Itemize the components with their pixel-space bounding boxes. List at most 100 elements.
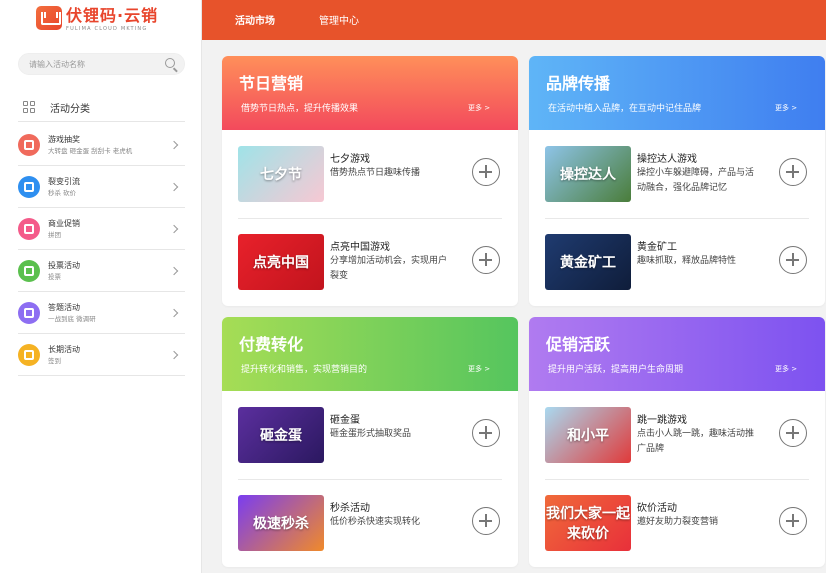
category-card: 付费转化 提升转化和销售，实现营销目的 更多 > 砸金蛋 砸金蛋 砸金蛋形式抽取… xyxy=(222,317,518,567)
search-box xyxy=(18,53,185,75)
category-card: 品牌传播 在活动中植入品牌，在互动中记住品牌 更多 > 操控达人 操控达人游戏 … xyxy=(529,56,825,306)
sidebar-item-desc: 一战到底 微调研 xyxy=(48,314,96,323)
logo-icon xyxy=(36,6,62,30)
game-name: 七夕游戏 xyxy=(330,154,370,165)
chevron-right-icon xyxy=(169,140,179,149)
sidebar-item-title: 投票活动 xyxy=(48,260,80,270)
game-thumbnail[interactable]: 七夕节 xyxy=(238,146,324,202)
more-link[interactable]: 更多 > xyxy=(775,364,797,374)
sidebar-item[interactable]: 商业促销 拼团 xyxy=(18,208,185,250)
game-thumbnail[interactable]: 和小平 xyxy=(545,407,631,463)
game-thumbnail[interactable]: 点亮中国 xyxy=(238,234,324,290)
card-header: 促销活跃 提升用户活跃，提高用户生命周期 更多 > xyxy=(529,317,825,391)
category-icon xyxy=(18,133,40,156)
sidebar-item-title: 裂变引流 xyxy=(48,176,80,186)
card-title: 促销活跃 xyxy=(546,335,611,354)
more-link[interactable]: 更多 > xyxy=(775,103,797,113)
sidebar-item[interactable]: 游戏抽奖 大转盘 砸金蛋 刮刮卡 老虎机 xyxy=(18,124,185,166)
game-row[interactable]: 七夕节 七夕游戏 借势热点节日趣味传播 xyxy=(222,130,518,218)
grid-icon xyxy=(23,101,36,114)
sidebar-item[interactable]: 裂变引流 秒杀 砍价 xyxy=(18,166,185,208)
add-icon[interactable] xyxy=(472,507,500,535)
sidebar-item[interactable]: 长期活动 签到 xyxy=(18,334,185,376)
tab-activity-market[interactable]: 活动市场 xyxy=(235,12,275,27)
top-nav-bar: 活动市场 管理中心 xyxy=(202,0,826,40)
game-thumbnail[interactable]: 我们大家一起来砍价 xyxy=(545,495,631,551)
chevron-right-icon xyxy=(169,182,179,191)
more-link[interactable]: 更多 > xyxy=(468,364,490,374)
game-thumbnail[interactable]: 砸金蛋 xyxy=(238,407,324,463)
game-desc: 点击小人跳一跳，趣味活动推广品牌 xyxy=(637,429,755,454)
search-input[interactable] xyxy=(29,57,159,72)
game-row[interactable]: 砸金蛋 砸金蛋 砸金蛋形式抽取奖品 xyxy=(222,391,518,479)
card-desc: 提升转化和销售，实现营销目的 xyxy=(241,365,368,375)
thumbnail-caption: 操控达人 xyxy=(560,167,616,183)
category-icon xyxy=(18,217,40,240)
card-desc: 在活动中植入品牌，在互动中记住品牌 xyxy=(548,104,702,114)
game-row[interactable]: 黄金矿工 黄金矿工 趣味抓取，释放品牌特性 xyxy=(529,218,825,306)
game-thumbnail[interactable]: 操控达人 xyxy=(545,146,631,202)
game-desc: 砸金蛋形式抽取奖品 xyxy=(330,429,412,439)
game-desc: 趣味抓取，释放品牌特性 xyxy=(637,256,737,266)
add-icon[interactable] xyxy=(779,419,807,447)
sidebar-item[interactable]: 投票活动 投票 xyxy=(18,250,185,292)
add-icon[interactable] xyxy=(779,158,807,186)
category-heading: 活动分类 xyxy=(18,94,185,122)
game-row[interactable]: 点亮中国 点亮中国游戏 分享增加活动机会，实现用户裂变 xyxy=(222,218,518,306)
chevron-right-icon xyxy=(169,350,179,359)
brand-subtitle: FULIMA CLOUD MKTING xyxy=(66,26,148,32)
sidebar-item-title: 游戏抽奖 xyxy=(48,134,80,144)
sidebar-item[interactable]: 答题活动 一战到底 微调研 xyxy=(18,292,185,334)
category-icon xyxy=(18,175,40,198)
category-icon xyxy=(18,259,40,282)
card-header: 品牌传播 在活动中植入品牌，在互动中记住品牌 更多 > xyxy=(529,56,825,130)
category-icon xyxy=(18,343,40,366)
card-desc: 借势节日热点，提升传播效果 xyxy=(241,104,359,114)
game-row[interactable]: 操控达人 操控达人游戏 操控小车躲避障碍，产品与活动融合，强化品牌记忆 xyxy=(529,130,825,218)
thumbnail-caption: 黄金矿工 xyxy=(560,255,616,271)
game-thumbnail[interactable]: 黄金矿工 xyxy=(545,234,631,290)
category-card: 促销活跃 提升用户活跃，提高用户生命周期 更多 > 和小平 跳一跳游戏 点击小人… xyxy=(529,317,825,567)
sidebar: 伏锂码·云销 FULIMA CLOUD MKTING 活动分类 游戏抽奖 大转盘… xyxy=(0,0,202,573)
game-desc: 操控小车躲避障碍，产品与活动融合，强化品牌记忆 xyxy=(637,168,755,193)
search-icon[interactable] xyxy=(165,58,175,68)
more-link[interactable]: 更多 > xyxy=(468,103,490,113)
add-icon[interactable] xyxy=(472,246,500,274)
add-icon[interactable] xyxy=(472,419,500,447)
add-icon[interactable] xyxy=(472,158,500,186)
category-icon xyxy=(18,301,40,324)
card-header: 付费转化 提升转化和销售，实现营销目的 更多 > xyxy=(222,317,518,391)
add-icon[interactable] xyxy=(779,246,807,274)
card-title: 付费转化 xyxy=(239,335,304,354)
sidebar-item-title: 商业促销 xyxy=(48,218,80,228)
tab-management-center[interactable]: 管理中心 xyxy=(319,12,359,27)
card-title: 品牌传播 xyxy=(546,74,611,93)
game-name: 点亮中国游戏 xyxy=(330,242,390,253)
thumbnail-caption: 砸金蛋 xyxy=(260,428,302,444)
thumbnail-caption: 点亮中国 xyxy=(253,255,309,271)
game-row[interactable]: 我们大家一起来砍价 砍价活动 邀好友助力裂变营销 xyxy=(529,479,825,567)
category-heading-label: 活动分类 xyxy=(50,104,90,115)
brand-title: 伏锂码·云销 xyxy=(66,6,159,25)
sidebar-item-desc: 签到 xyxy=(48,356,61,365)
game-thumbnail[interactable]: 极速秒杀 xyxy=(238,495,324,551)
game-row[interactable]: 极速秒杀 秒杀活动 低价秒杀快速实现转化 xyxy=(222,479,518,567)
thumbnail-caption: 七夕节 xyxy=(260,167,302,183)
game-name: 跳一跳游戏 xyxy=(637,415,687,426)
sidebar-item-desc: 秒杀 砍价 xyxy=(48,188,77,197)
game-desc: 低价秒杀快速实现转化 xyxy=(330,517,421,527)
chevron-right-icon xyxy=(169,224,179,233)
game-name: 砍价活动 xyxy=(637,503,677,514)
thumbnail-caption: 极速秒杀 xyxy=(253,516,309,532)
sidebar-item-title: 答题活动 xyxy=(48,302,80,312)
brand-logo[interactable]: 伏锂码·云销 FULIMA CLOUD MKTING xyxy=(36,6,158,34)
sidebar-item-title: 长期活动 xyxy=(48,344,80,354)
game-row[interactable]: 和小平 跳一跳游戏 点击小人跳一跳，趣味活动推广品牌 xyxy=(529,391,825,479)
game-desc: 借势热点节日趣味传播 xyxy=(330,168,421,178)
thumbnail-caption: 我们大家一起来砍价 xyxy=(546,506,630,542)
thumbnail-caption: 和小平 xyxy=(567,428,609,444)
add-icon[interactable] xyxy=(779,507,807,535)
card-desc: 提升用户活跃，提高用户生命周期 xyxy=(548,365,684,375)
card-header: 节日营销 借势节日热点，提升传播效果 更多 > xyxy=(222,56,518,130)
sidebar-item-desc: 拼团 xyxy=(48,230,61,239)
